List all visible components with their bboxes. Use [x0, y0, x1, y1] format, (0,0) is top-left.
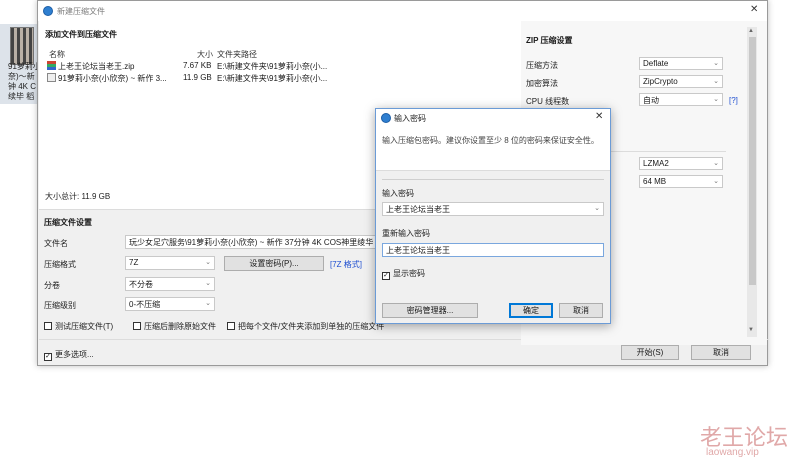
method-label: 压缩方法	[526, 61, 558, 70]
video-thumbnail	[10, 27, 34, 65]
dialog-close-icon[interactable]: ✕	[595, 111, 603, 122]
password-input[interactable]: 上老王论坛当老王 ⌄	[382, 202, 604, 216]
col-header-path[interactable]: 文件夹路径	[217, 49, 257, 60]
checkbox-box	[133, 322, 141, 330]
file-name: 上老王论坛当老王.zip	[58, 62, 135, 71]
chevron-down-icon: ⌄	[205, 259, 211, 266]
delete-source-checkbox[interactable]: 压缩后删除原始文件	[133, 321, 216, 332]
col-header-size[interactable]: 大小	[197, 49, 213, 60]
file-path: E:\新建文件夹\91萝莉小奈(小...	[217, 62, 328, 71]
desktop-file-label: 91萝莉小 奈)～新 钟 4K C 续毕 稻	[8, 62, 40, 101]
checkbox-box	[227, 322, 235, 330]
filename-input[interactable]: 玩少女足穴服务\91萝莉小奈(小欣奈) ~ 新作 37分钟 4K COS神里绫华…	[125, 235, 377, 249]
encrypt-label: 加密算法	[526, 79, 558, 88]
file-row[interactable]: 上老王论坛当老王.zip	[47, 61, 134, 72]
password-label: 输入密码	[382, 189, 414, 198]
col-header-name[interactable]: 名称	[49, 49, 65, 60]
chevron-down-icon: ⌄	[713, 178, 719, 185]
algorithm-select[interactable]: LZMA2 ⌄	[639, 157, 723, 170]
checkbox-label: 压缩后删除原始文件	[144, 322, 216, 331]
filename-label: 文件名	[44, 239, 68, 248]
test-archive-checkbox[interactable]: 测试压缩文件(T)	[44, 321, 113, 332]
file-path: E:\新建文件夹\91萝莉小奈(小...	[217, 74, 328, 83]
chevron-down-icon: ⌄	[713, 60, 719, 67]
cpu-help-link[interactable]: [?]	[729, 96, 738, 105]
window-title: 新建压缩文件	[57, 7, 105, 16]
split-value: 不分卷	[129, 280, 153, 289]
checkbox-box	[44, 322, 52, 330]
scroll-down-icon[interactable]: ▼	[748, 327, 754, 333]
dialog-titlebar: 输入密码 ✕	[376, 109, 610, 127]
window-close-icon[interactable]: ✕	[750, 4, 758, 15]
chevron-down-icon: ⌄	[713, 96, 719, 103]
zip-settings-title: ZIP 压缩设置	[526, 36, 573, 45]
format-select[interactable]: 7Z ⌄	[125, 256, 215, 270]
method-value: Deflate	[643, 59, 669, 68]
checkbox-box-checked: ✓	[382, 272, 390, 280]
set-password-button[interactable]: 设置密码(P)...	[224, 256, 324, 271]
file-name: 91萝莉小奈(小欣奈) ~ 新作 3...	[58, 74, 167, 83]
checkbox-label: 显示密码	[393, 269, 425, 278]
format-info-link[interactable]: [7Z 格式]	[330, 259, 362, 270]
dialog-title: 输入密码	[394, 114, 426, 123]
ok-button[interactable]: 确定	[509, 303, 553, 318]
format-label: 压缩格式	[44, 260, 76, 269]
format-value: 7Z	[129, 258, 139, 267]
split-select[interactable]: 不分卷 ⌄	[125, 277, 215, 291]
dialog-hint: 输入压缩包密码。建议你设置至少 8 位的密码来保证安全性。	[382, 136, 599, 145]
video-file-icon	[47, 73, 56, 82]
dictionary-value: 64 MB	[643, 177, 667, 186]
password-dialog: 输入密码 ✕ 输入压缩包密码。建议你设置至少 8 位的密码来保证安全性。 输入密…	[375, 108, 611, 324]
split-label: 分卷	[44, 281, 60, 290]
chevron-down-icon: ⌄	[713, 160, 719, 167]
checkbox-label: 测试压缩文件(T)	[55, 322, 114, 331]
start-button[interactable]: 开始(S)	[621, 345, 679, 360]
repeat-password-label: 重新输入密码	[382, 229, 430, 238]
app-logo-icon	[381, 113, 391, 123]
level-value: 0-不压缩	[129, 300, 161, 309]
file-list[interactable]: 名称 大小 文件夹路径 上老王论坛当老王.zip 7.67 KB E:\新建文件…	[45, 47, 361, 187]
more-options-checkbox[interactable]: ✓ 更多选项...	[44, 349, 94, 361]
repeat-password-input[interactable]: 上老王论坛当老王	[382, 243, 604, 257]
window-titlebar: 新建压缩文件 ✕	[38, 1, 767, 21]
method-select[interactable]: Deflate ⌄	[639, 57, 723, 70]
cpu-value: 自动	[643, 96, 659, 105]
separate-archives-checkbox[interactable]: 把每个文件/文件夹添加到单独的压缩文件	[227, 321, 384, 332]
dialog-hint-area: 输入压缩包密码。建议你设置至少 8 位的密码来保证安全性。	[376, 127, 610, 171]
app-logo-icon	[43, 6, 53, 16]
level-label: 压缩级别	[44, 301, 76, 310]
cpu-select[interactable]: 自动 ⌄	[639, 93, 723, 106]
algorithm-value: LZMA2	[643, 159, 669, 168]
cpu-label: CPU 线程数	[526, 97, 570, 106]
chevron-down-icon: ⌄	[205, 300, 211, 307]
file-row[interactable]: 91萝莉小奈(小欣奈) ~ 新作 3...	[47, 73, 167, 84]
password-manager-button[interactable]: 密码管理器...	[382, 303, 478, 318]
add-files-title: 添加文件到压缩文件	[45, 30, 117, 39]
scroll-up-icon[interactable]: ▲	[748, 28, 754, 34]
chevron-down-icon: ⌄	[205, 280, 211, 287]
password-value: 上老王论坛当老王	[386, 205, 450, 214]
file-size: 7.67 KB	[183, 61, 212, 70]
level-select[interactable]: 0-不压缩 ⌄	[125, 297, 215, 311]
chevron-down-icon[interactable]: ⌄	[594, 204, 600, 212]
total-size: 大小总计: 11.9 GB	[45, 192, 111, 201]
show-password-checkbox[interactable]: ✓ 显示密码	[382, 268, 425, 280]
watermark-url: laowang.vip	[706, 447, 759, 458]
encrypt-select[interactable]: ZipCrypto ⌄	[639, 75, 723, 88]
cancel-button[interactable]: 取消	[691, 345, 751, 360]
settings-title: 压缩文件设置	[44, 218, 92, 227]
checkbox-label: 更多选项...	[55, 350, 94, 359]
file-size: 11.9 GB	[183, 73, 212, 82]
dialog-cancel-button[interactable]: 取消	[559, 303, 603, 318]
zip-file-icon	[47, 61, 56, 70]
checkbox-label: 把每个文件/文件夹添加到单独的压缩文件	[238, 322, 385, 331]
encrypt-value: ZipCrypto	[643, 77, 678, 86]
scrollbar-thumb[interactable]	[749, 37, 756, 285]
dictionary-select[interactable]: 64 MB ⌄	[639, 175, 723, 188]
checkbox-box-checked: ✓	[44, 353, 52, 361]
chevron-down-icon: ⌄	[713, 78, 719, 85]
